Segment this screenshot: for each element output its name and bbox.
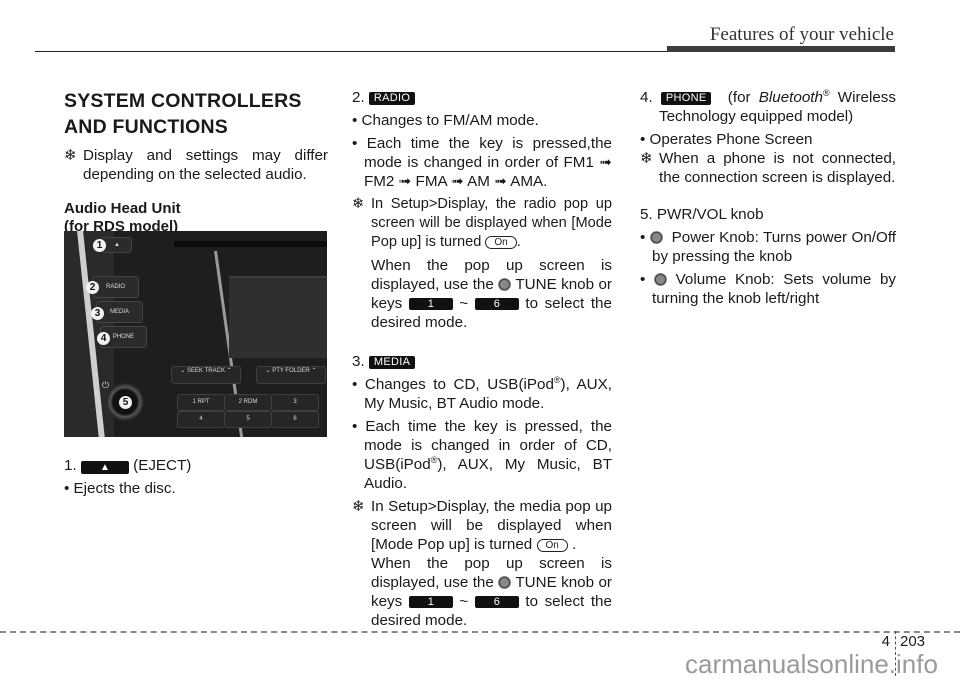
key-1-icon: 1 (408, 596, 453, 608)
item-2-bullet-1: • Changes to FM/AM mode. (352, 112, 539, 129)
tune-knob-icon (498, 278, 512, 291)
radio-badge: RADIO (368, 92, 416, 105)
item-4-note: ❄ When a phone is not connected, the conn… (640, 150, 896, 186)
seek-track-key: ⌄ SEEK TRACK ⌃ (171, 366, 241, 384)
item-4-heading: 4. PHONE (for Bluetooth® Wireless Techno… (640, 87, 896, 125)
head-unit-photo: ▲ RADIO MEDIA PHONE 1 2 3 4 ⏻ 5 ⌄ SEEK T… (64, 231, 327, 437)
power-icon: ⏻ (102, 380, 110, 390)
item-5-bullet-2: • Volume Knob: Sets volume by turning th… (640, 271, 896, 307)
column-2: 2. RADIO • Changes to FM/AM mode. • Each… (352, 88, 612, 630)
watermark: carmanualsonline.info (685, 649, 938, 679)
item-2-note-cont: When the pop up screen is displayed, use… (371, 257, 612, 331)
item-4-bullet: • Operates Phone Screen (640, 131, 813, 148)
eject-icon: ▲ (80, 461, 129, 474)
on-toggle-icon: On (536, 539, 568, 552)
section-title: Features of your vehicle (709, 24, 894, 45)
callout-1: 1 (93, 239, 106, 252)
column-3: 4. PHONE (for Bluetooth® Wireless Techno… (640, 88, 896, 308)
preset-key-3: 3 (271, 394, 319, 411)
item-3-note-cont: When the pop up screen is displayed, use… (371, 555, 612, 629)
preset-key-1: 1 RPT (177, 394, 225, 411)
section-number: 4 (881, 633, 890, 650)
callout-4: 4 (97, 332, 110, 345)
radio-key: RADIO (92, 276, 139, 298)
item-2-note: ❄ In Setup>Display, the radio pop up scre… (352, 196, 612, 250)
item-3-bullet-2: • Each time the key is pressed, the mode… (352, 418, 612, 492)
preset-key-4: 4 (177, 411, 225, 428)
note-icon: ❄ (64, 147, 77, 164)
page-heading: SYSTEM CONTROLLERS AND FUNCTIONS (64, 90, 302, 138)
preset-key-5: 5 (224, 411, 272, 428)
column-1: SYSTEM CONTROLLERS AND FUNCTIONS ❄ Displa… (64, 88, 328, 236)
preset-key-2: 2 RDM (224, 394, 272, 411)
item-1-heading: 1. ▲ (EJECT) (64, 457, 192, 474)
page-number: 203 (900, 633, 926, 650)
preset-key-6: 6 (271, 411, 319, 428)
key-6-icon: 6 (474, 596, 519, 608)
pty-folder-key: ⌄ PTY FOLDER ⌃ (256, 366, 326, 384)
note-icon: ❄ (352, 196, 365, 212)
item-2-heading: 2. RADIO (352, 88, 612, 107)
footer-rule (0, 631, 960, 633)
note-icon: ❄ (640, 150, 653, 167)
on-toggle-icon: On (485, 236, 517, 249)
phone-badge: PHONE (660, 92, 712, 105)
cd-slot (174, 241, 327, 247)
header-bar (667, 46, 895, 52)
media-badge: MEDIA (368, 356, 416, 369)
eject-key: ▲ (102, 237, 132, 253)
item-3-heading: 3. MEDIA (352, 352, 612, 371)
key-1-icon: 1 (408, 298, 453, 310)
callout-5: 5 (119, 396, 132, 409)
item-5-bullet-1: • Power Knob: Turns power On/Off by pres… (640, 229, 896, 265)
item-5-heading: 5. PWR/VOL knob (640, 206, 764, 223)
display-screen (229, 276, 327, 358)
callout-3: 3 (91, 307, 104, 320)
item-1-bullet: • Ejects the disc. (64, 480, 176, 497)
item-3-bullet-1: • Changes to CD, USB(iPod®), AUX, My Mus… (352, 374, 613, 412)
header-rule (35, 51, 667, 52)
knob-icon (653, 273, 667, 286)
item-3-note: ❄ In Setup>Display, the media pop up scre… (352, 498, 612, 553)
item-2-bullet-2: • Each time the key is pressed,the mode … (352, 135, 612, 190)
callout-2: 2 (86, 281, 99, 294)
note-icon: ❄ (352, 498, 365, 515)
key-6-icon: 6 (474, 298, 519, 310)
display-note: ❄ Display and settings may differ dependi… (64, 147, 328, 183)
eject-section: 1. ▲ (EJECT) • Ejects the disc. (64, 456, 328, 498)
tune-knob-icon (498, 576, 512, 589)
knob-icon (649, 231, 663, 244)
